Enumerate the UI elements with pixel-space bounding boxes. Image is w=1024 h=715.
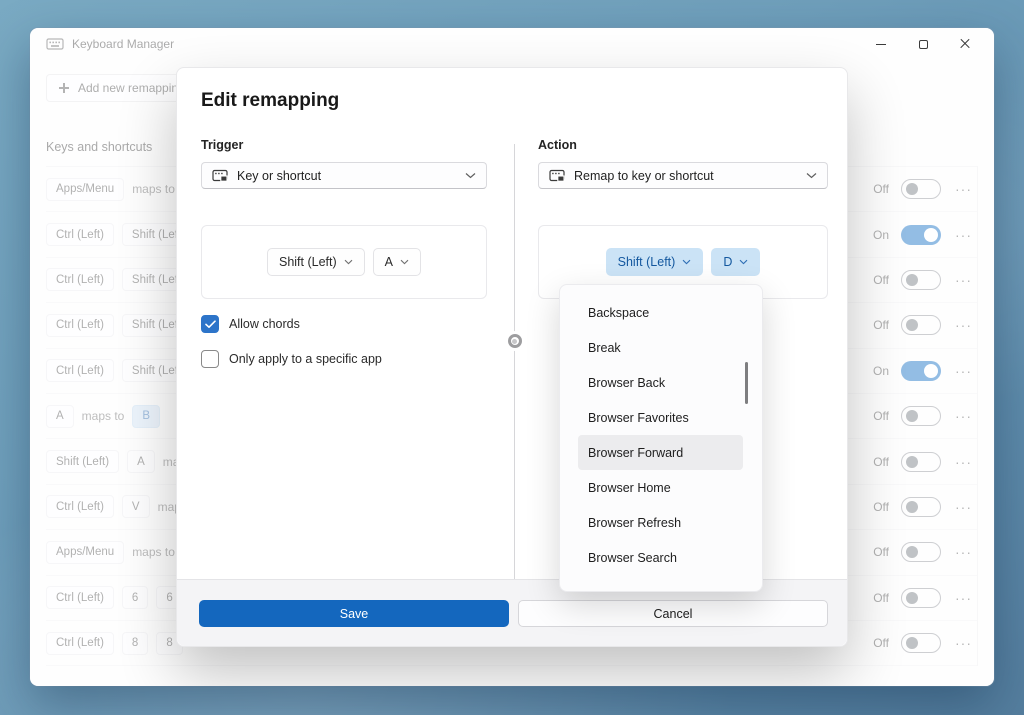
key-select-dropdown[interactable]: A	[373, 248, 421, 276]
chevron-down-icon	[682, 259, 691, 265]
dropdown-item[interactable]: Browser Back	[578, 365, 743, 400]
dropdown-item[interactable]: Browser Refresh	[578, 505, 743, 540]
chevron-down-icon	[739, 259, 748, 265]
maximize-icon	[919, 40, 928, 49]
allow-chords-checkbox[interactable]: Allow chords	[201, 313, 487, 335]
checkbox-icon	[201, 315, 219, 333]
action-column: Action Remap to key or shortcut Shift (L…	[538, 138, 828, 299]
flyout-scrollbar-thumb[interactable]	[745, 362, 748, 404]
key-label: Shift (Left)	[618, 255, 676, 269]
trigger-type-value: Key or shortcut	[237, 169, 321, 183]
close-icon	[959, 38, 971, 50]
dropdown-item[interactable]: Backspace	[578, 295, 743, 330]
trigger-keys-card: Shift (Left) A	[201, 225, 487, 299]
action-type-value: Remap to key or shortcut	[574, 169, 714, 183]
trigger-options: Allow chords Only apply to a specific ap…	[201, 313, 487, 370]
minimize-icon	[876, 44, 886, 45]
key-dropdown-items: BackspaceBreakBrowser BackBrowser Favori…	[560, 295, 762, 575]
key-select-dropdown[interactable]: D	[711, 248, 760, 276]
key-select-dropdown[interactable]: Shift (Left)	[606, 248, 704, 276]
chevron-down-icon	[400, 259, 409, 265]
caption-buttons	[860, 28, 986, 60]
key-label: D	[723, 255, 732, 269]
chevron-down-icon	[344, 259, 353, 265]
dialog-title: Edit remapping	[201, 90, 339, 112]
chevron-down-icon	[806, 172, 817, 179]
action-type-combobox[interactable]: Remap to key or shortcut	[538, 162, 828, 189]
minimize-button[interactable]	[860, 28, 902, 60]
specific-app-label: Only apply to a specific app	[229, 352, 382, 366]
remap-keyboard-icon	[212, 169, 228, 182]
checkbox-icon	[201, 350, 219, 368]
desktop-background: Keyboard Manager Add new remapping Keys …	[0, 0, 1024, 715]
cancel-button[interactable]: Cancel	[518, 600, 828, 627]
remap-keyboard-icon	[549, 169, 565, 182]
divider-gripper-handle[interactable]	[508, 334, 522, 348]
trigger-type-combobox[interactable]: Key or shortcut	[201, 162, 487, 189]
dropdown-item[interactable]: Browser Home	[578, 470, 743, 505]
chevron-down-icon	[465, 172, 476, 179]
allow-chords-label: Allow chords	[229, 317, 300, 331]
key-label: Shift (Left)	[279, 255, 337, 269]
action-keys: Shift (Left) D	[606, 248, 761, 276]
dropdown-item[interactable]: Browser Forward	[578, 435, 743, 470]
key-dropdown-flyout: BackspaceBreakBrowser BackBrowser Favori…	[559, 284, 763, 592]
key-label: A	[385, 255, 393, 269]
dropdown-item[interactable]: Break	[578, 330, 743, 365]
edit-remapping-dialog: Edit remapping Trigger Key or shortcut	[176, 67, 848, 647]
trigger-section-label: Trigger	[201, 138, 487, 154]
dropdown-item[interactable]: Browser Favorites	[578, 400, 743, 435]
column-divider	[514, 144, 515, 581]
dropdown-item[interactable]: Browser Search	[578, 540, 743, 575]
trigger-column: Trigger Key or shortcut Shift (Left) A	[201, 138, 487, 383]
action-section-label: Action	[538, 138, 828, 154]
trigger-keys: Shift (Left) A	[267, 248, 421, 276]
key-select-dropdown[interactable]: Shift (Left)	[267, 248, 365, 276]
specific-app-checkbox[interactable]: Only apply to a specific app	[201, 348, 487, 370]
keyboard-manager-window: Keyboard Manager Add new remapping Keys …	[30, 28, 994, 686]
maximize-button[interactable]	[902, 28, 944, 60]
close-button[interactable]	[944, 28, 986, 60]
save-button[interactable]: Save	[199, 600, 509, 627]
